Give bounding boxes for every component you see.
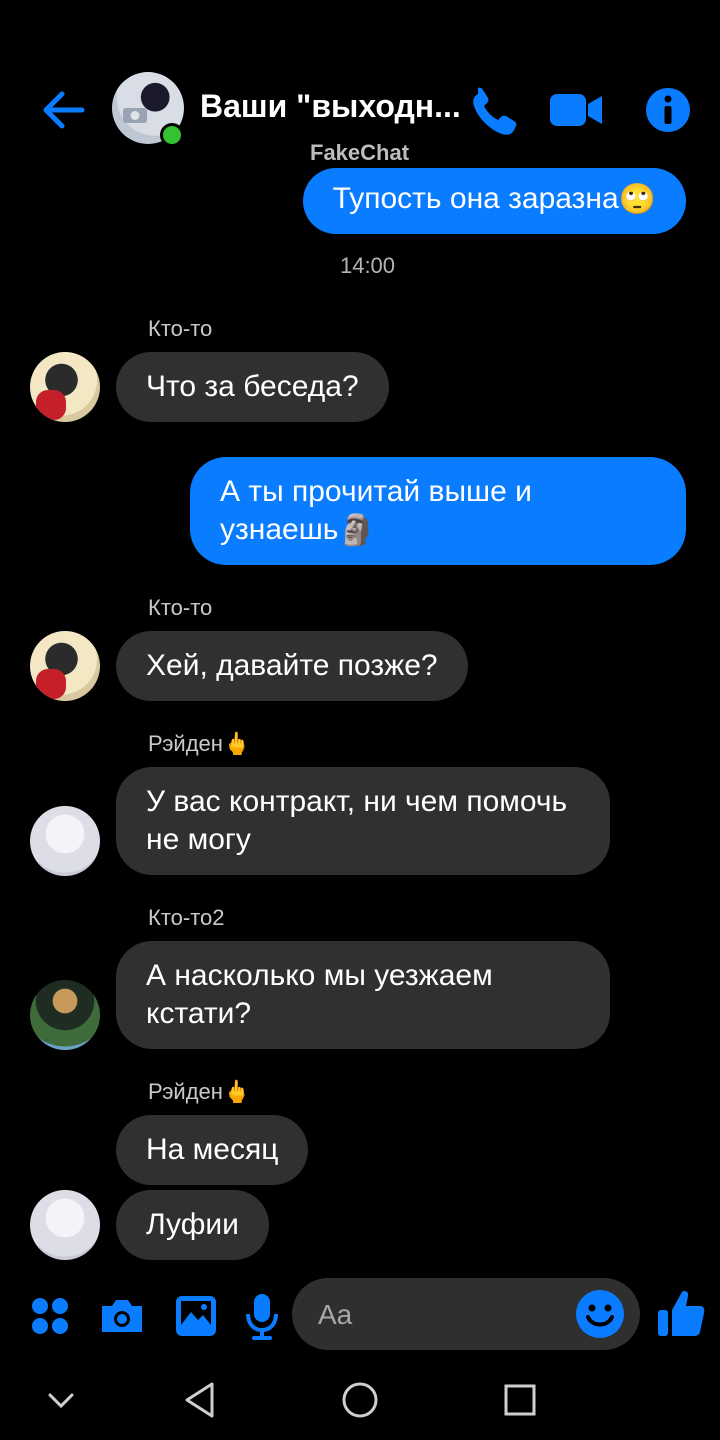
recents-square-icon (504, 1384, 536, 1416)
message-text: А насколько мы уезжаем кстати? (146, 959, 493, 1030)
watermark: FakeChat (310, 140, 410, 165)
avatar[interactable] (30, 1190, 100, 1260)
nav-hide-button[interactable] (36, 1375, 86, 1425)
phone-icon (473, 87, 517, 135)
emoji-button[interactable] (576, 1290, 624, 1338)
nav-back-button[interactable] (176, 1375, 226, 1425)
back-triangle-icon (185, 1382, 214, 1418)
nav-home-button[interactable] (335, 1375, 385, 1425)
microphone-button[interactable] (244, 1290, 280, 1342)
avatar[interactable] (30, 980, 100, 1050)
message-input[interactable] (316, 1278, 570, 1352)
sender-name: Кто-то (148, 316, 213, 341)
message-text: Тупость она заразна (332, 182, 619, 215)
nav-recents-button[interactable] (495, 1375, 545, 1425)
face-with-rolling-eyes-emoji: 🙄 (618, 183, 656, 217)
online-indicator (160, 123, 184, 147)
camera-badge-icon (123, 108, 147, 123)
avatar[interactable] (30, 806, 100, 876)
chevron-down-icon (48, 1393, 74, 1409)
sender-name: Кто-то (148, 595, 213, 620)
video-call-button[interactable] (548, 84, 604, 136)
gallery-icon (176, 1296, 216, 1336)
apps-button[interactable] (30, 1290, 70, 1342)
message-bubble-incoming[interactable]: А насколько мы уезжаем кстати? (116, 941, 610, 1049)
arrow-left-icon (43, 91, 85, 129)
sender-name: Кто-то2 (148, 905, 225, 930)
chat-title[interactable]: Ваши "выходн... (200, 88, 461, 125)
message-text: Луфии (146, 1208, 239, 1241)
home-circle-icon (342, 1382, 378, 1418)
message-input-container[interactable] (292, 1278, 640, 1352)
message-text: На месяц (146, 1133, 279, 1166)
message-bubble-incoming[interactable]: Хей, давайте позже? (116, 631, 468, 701)
message-bubble-outgoing[interactable]: А ты прочитай выше и узнаешь🗿 (190, 457, 686, 565)
gallery-button[interactable] (174, 1290, 218, 1342)
avatar[interactable] (30, 631, 100, 701)
like-button[interactable] (656, 1288, 706, 1340)
moai-emoji: 🗿 (338, 514, 376, 548)
message-text: Что за беседа? (146, 370, 359, 403)
message-text: У вас контракт, ни чем помочь не могу (146, 785, 568, 856)
call-button[interactable] (464, 84, 520, 136)
avatar[interactable] (30, 352, 100, 422)
middle-finger-emoji: 🖕 (222, 731, 251, 756)
message-timestamp: 14:00 (339, 253, 396, 278)
apps-icon (32, 1298, 68, 1334)
middle-finger-emoji: 🖕 (222, 1079, 251, 1104)
message-bubble-outgoing[interactable]: Тупость она заразна🙄 (302, 168, 686, 234)
sender-name: Рэйден🖕 (148, 1079, 251, 1104)
camera-button[interactable] (98, 1290, 146, 1342)
video-camera-icon (550, 94, 602, 126)
info-icon (646, 88, 690, 132)
emoji-icon (576, 1290, 624, 1338)
message-bubble-incoming[interactable]: Луфии (116, 1190, 269, 1260)
message-bubble-incoming[interactable]: На месяц (116, 1115, 309, 1185)
camera-icon (102, 1300, 142, 1332)
sender-name: Рэйден🖕 (148, 731, 251, 756)
message-bubble-incoming[interactable]: У вас контракт, ни чем помочь не могу (116, 767, 610, 875)
microphone-icon (246, 1294, 278, 1340)
message-text: Хей, давайте позже? (146, 649, 438, 682)
like-icon (658, 1291, 705, 1336)
back-button[interactable] (36, 82, 92, 138)
info-button[interactable] (644, 84, 700, 136)
message-bubble-incoming[interactable]: Что за беседа? (116, 352, 389, 422)
